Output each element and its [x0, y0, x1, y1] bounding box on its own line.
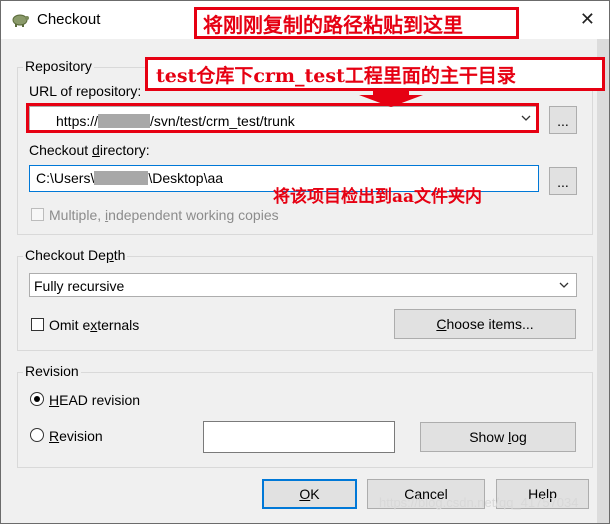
checkout-directory-value: C:\Users\ \Desktop\aa [36, 170, 224, 186]
head-revision-radio[interactable] [30, 392, 44, 406]
checkout-directory-label: Checkout directory: [29, 142, 150, 158]
url-label: URL of repository: [29, 83, 142, 99]
revision-input[interactable] [203, 421, 395, 453]
repository-group-label: Repository [23, 58, 94, 74]
watermark: https://blog.csdn.net/qq_41757034 [379, 495, 579, 510]
background-window-strip [597, 39, 609, 523]
chevron-down-icon[interactable] [558, 279, 570, 291]
checkout-dialog: Checkout ✕ Repository URL of repository:… [0, 0, 610, 524]
revision-group-label: Revision [23, 363, 81, 379]
url-highlight [26, 103, 539, 133]
multiple-working-copies-label: Multiple, independent working copies [49, 207, 279, 223]
multiple-working-copies-checkbox[interactable] [31, 208, 44, 221]
url-browse-button[interactable]: ... [549, 106, 577, 134]
redacted-username [94, 171, 149, 185]
choose-items-button[interactable]: Choose items... [394, 309, 576, 339]
checkout-depth-label: Checkout Depth [23, 247, 128, 263]
annotation-trunk-directory: test仓库下crm_test工程里面的主干目录 [145, 57, 605, 91]
down-arrow-icon [359, 89, 423, 107]
omit-externals-checkbox[interactable] [31, 318, 44, 331]
omit-externals-label: Omit externals [49, 317, 140, 333]
ok-button[interactable]: OK [262, 479, 357, 509]
annotation-checkout-folder: 将该项目检出到aa文件夹内 [273, 187, 483, 207]
close-icon[interactable]: ✕ [580, 9, 595, 30]
annotation-paste-path: 将刚刚复制的路径粘贴到这里 [194, 7, 519, 39]
depth-combobox[interactable]: Fully recursive [29, 273, 577, 297]
window-title: Checkout [37, 11, 101, 28]
revision-label: Revision [49, 428, 103, 444]
show-log-button[interactable]: Show log [420, 422, 576, 452]
tortoise-icon [12, 14, 29, 27]
head-revision-label: HEAD revision [49, 392, 141, 408]
depth-selected-value: Fully recursive [34, 278, 125, 294]
directory-browse-button[interactable]: ... [549, 167, 577, 195]
revision-group [17, 372, 593, 468]
revision-radio[interactable] [30, 428, 44, 442]
